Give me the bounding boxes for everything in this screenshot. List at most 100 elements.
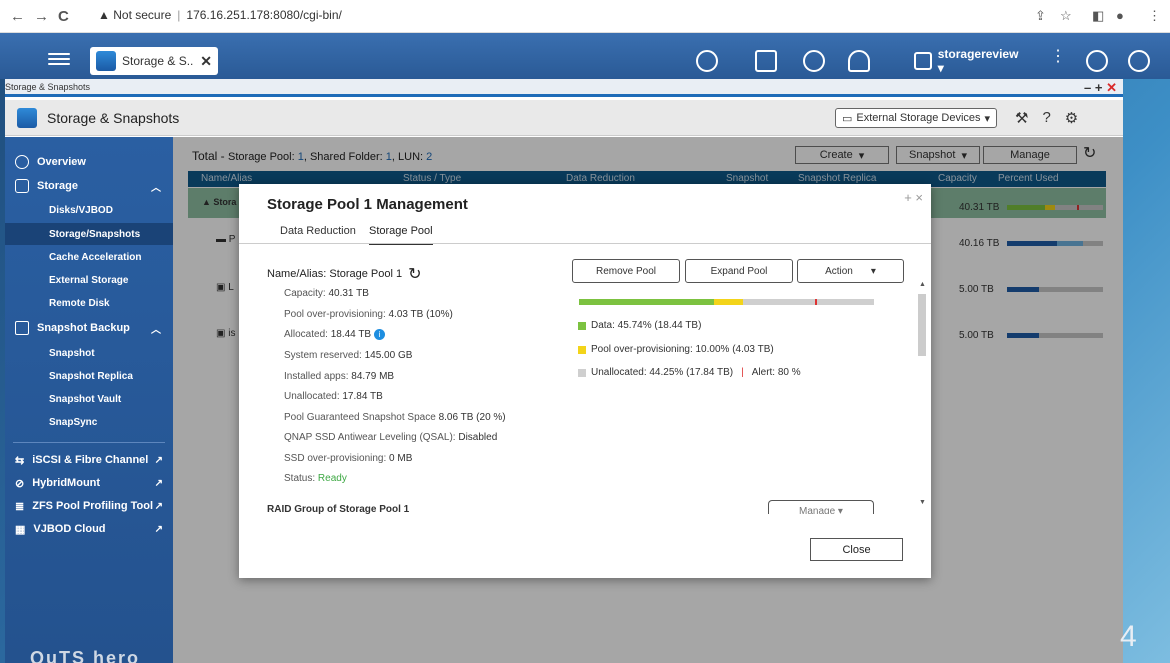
prop-value: 84.79 MB bbox=[351, 371, 395, 382]
sidebar-item-storage-snapshots[interactable]: Storage/Snapshots bbox=[5, 223, 173, 245]
address-bar[interactable]: ▲ Not secure | 176.16.251.178:8080/cgi-bin… bbox=[98, 8, 342, 22]
sidebar-item-snapshot-replica[interactable]: Snapshot Replica bbox=[5, 365, 173, 387]
action-label: Action bbox=[825, 265, 853, 277]
chevron-up-icon: ︿ bbox=[151, 182, 161, 194]
sidebar-item-disks[interactable]: Disks/VJBOD bbox=[5, 199, 173, 221]
raid-group-title: RAID Group of Storage Pool 1 bbox=[267, 504, 410, 514]
sidebar-item-overview[interactable]: Overview bbox=[5, 151, 173, 173]
sidebar-item-snapshot-backup[interactable]: Snapshot Backup ︿ bbox=[5, 317, 173, 339]
action-dropdown[interactable]: Action ▾ bbox=[797, 259, 904, 283]
sidepanel-icon[interactable]: ◧ bbox=[1092, 8, 1104, 24]
sidebar-item-snapsync[interactable]: SnapSync bbox=[5, 411, 173, 433]
info-icon[interactable]: i bbox=[374, 329, 386, 340]
external-link-icon: ↗ bbox=[154, 500, 163, 512]
prop-key: Installed apps: bbox=[284, 371, 349, 382]
reload-icon[interactable]: C bbox=[58, 8, 69, 25]
sidebar-label: ZFS Pool Profiling Tool bbox=[32, 500, 153, 512]
pool-name-label: Name/Alias: Storage Pool 1 bbox=[267, 268, 403, 280]
forward-arrow-icon[interactable]: → bbox=[34, 8, 49, 25]
sidebar-item-cache-acceleration[interactable]: Cache Acceleration bbox=[5, 246, 173, 268]
prop-guaranteed-snapshot: Pool Guaranteed Snapshot Space 8.06 TB (… bbox=[284, 412, 506, 423]
scroll-down-icon[interactable]: ▼ bbox=[919, 499, 926, 506]
sidebar-label: Overview bbox=[37, 156, 86, 168]
app-header: Storage & Snapshots ▭ External Storage D… bbox=[5, 100, 1123, 136]
close-icon[interactable]: ✕ bbox=[200, 53, 212, 70]
info-icon[interactable] bbox=[1086, 50, 1108, 72]
snapshot-backup-icon bbox=[15, 321, 29, 335]
more-options-icon[interactable]: ⋮ bbox=[1050, 46, 1066, 68]
usage-segment-data bbox=[579, 299, 714, 305]
bookmark-star-icon[interactable]: ☆ bbox=[1060, 8, 1072, 24]
prop-capacity: Capacity: 40.31 TB bbox=[284, 288, 369, 299]
share-icon[interactable]: ⇪ bbox=[1035, 8, 1046, 24]
sidebar-link-iscsi[interactable]: ⇆ iSCSI & Fibre Channel ↗ bbox=[5, 449, 173, 471]
tab-data-reduction[interactable]: Data Reduction bbox=[280, 225, 356, 237]
scroll-up-icon[interactable]: ▲ bbox=[919, 281, 926, 288]
settings-gear-icon[interactable]: ⚙ bbox=[1065, 109, 1078, 127]
dialog-window-controls[interactable]: + × bbox=[904, 190, 923, 205]
tab-divider bbox=[239, 243, 931, 244]
close-button[interactable]: Close bbox=[810, 538, 903, 561]
storage-pool-management-dialog: Storage Pool 1 Management + × Data Reduc… bbox=[239, 184, 931, 578]
scroll-thumb[interactable] bbox=[918, 294, 926, 356]
sidebar-item-snapshot[interactable]: Snapshot bbox=[5, 342, 173, 364]
prop-qsal: QNAP SSD Antiwear Leveling (QSAL): Disab… bbox=[284, 432, 497, 443]
storage-app-icon bbox=[17, 108, 37, 128]
legend-swatch bbox=[578, 345, 586, 354]
pool-name-line: Name/Alias: Storage Pool 1 ↻ bbox=[267, 264, 422, 284]
window-title: Storage & Snapshots bbox=[5, 82, 91, 92]
main-menu-icon[interactable] bbox=[48, 50, 70, 68]
security-label: Not secure bbox=[113, 8, 172, 22]
stack-icon[interactable] bbox=[755, 50, 777, 72]
taskbar-app-tab[interactable]: Storage & S... ✕ bbox=[90, 47, 218, 75]
remove-pool-button[interactable]: Remove Pool bbox=[572, 259, 680, 283]
qts-logo: QuTS hero bbox=[30, 648, 141, 663]
browser-menu-icon[interactable]: ⋮ bbox=[1148, 8, 1161, 24]
back-arrow-icon[interactable]: ← bbox=[10, 8, 25, 25]
help-icon[interactable]: ? bbox=[1042, 109, 1050, 127]
legend-unallocated: Unallocated: 44.25% (17.84 TB) | Alert: 80… bbox=[578, 367, 801, 378]
external-storage-devices-button[interactable]: ▭ External Storage Devices ▾ bbox=[835, 108, 998, 128]
chevron-down-icon: ▾ bbox=[870, 265, 876, 277]
legend-overprovisioning: Pool over-provisioning: 10.00% (4.03 TB) bbox=[578, 344, 774, 355]
prop-value: 17.84 TB bbox=[342, 391, 383, 402]
prop-value: 145.00 GB bbox=[364, 350, 413, 361]
sync-icon[interactable] bbox=[803, 50, 825, 72]
sidebar-link-hybridmount[interactable]: ⊘ HybridMount ↗ bbox=[5, 472, 173, 494]
dashboard-icon[interactable] bbox=[1128, 50, 1150, 72]
window-titlebar: Storage & Snapshots – + ✕ bbox=[5, 79, 1123, 97]
sidebar-item-external-storage[interactable]: External Storage bbox=[5, 269, 173, 291]
user-menu[interactable]: storagereview ▾ bbox=[914, 47, 1026, 75]
alert-marker-icon: | bbox=[741, 367, 744, 378]
tab-storage-pool[interactable]: Storage Pool bbox=[369, 225, 433, 245]
tools-icon[interactable]: ⚒ bbox=[1015, 109, 1028, 127]
legend-alert-text: Alert: 80 % bbox=[751, 367, 801, 378]
profile-icon[interactable]: ● bbox=[1116, 8, 1124, 23]
prop-value: 18.44 TB bbox=[330, 329, 372, 341]
storage-app-icon bbox=[96, 51, 116, 71]
refresh-icon[interactable]: ↻ bbox=[408, 264, 421, 284]
prop-allocated: Allocated: 18.44 TB i bbox=[284, 329, 386, 341]
sidebar-link-zfs-profiling[interactable]: ≣ ZFS Pool Profiling Tool ↗ bbox=[5, 495, 173, 517]
prop-ssd-overprovisioning: SSD over-provisioning: 0 MB bbox=[284, 453, 412, 464]
warning-icon: ▲ bbox=[98, 8, 110, 22]
prop-system-reserved: System reserved: 145.00 GB bbox=[284, 350, 412, 361]
usage-alert-marker bbox=[815, 299, 817, 305]
raid-manage-button[interactable]: Manage ▾ bbox=[768, 500, 874, 514]
legend-text: Data: 45.74% (18.44 TB) bbox=[591, 320, 702, 331]
dialog-scrollbar[interactable]: ▲ ▼ bbox=[917, 281, 927, 513]
sidebar-item-remote-disk[interactable]: Remote Disk bbox=[5, 292, 173, 314]
search-icon[interactable] bbox=[696, 50, 718, 72]
prop-key: Allocated: bbox=[284, 329, 328, 341]
bell-icon[interactable] bbox=[848, 50, 870, 72]
expand-pool-button[interactable]: Expand Pool bbox=[685, 259, 793, 283]
taskbar-app-label: Storage & S... bbox=[122, 54, 195, 68]
sidebar-item-storage[interactable]: Storage ︿ bbox=[5, 175, 173, 197]
iscsi-icon: ⇆ bbox=[15, 454, 25, 467]
sidebar-label: Snapshot Backup bbox=[37, 322, 130, 334]
external-link-icon: ↗ bbox=[154, 454, 163, 466]
sidebar-link-vjbod-cloud[interactable]: ▦ VJBOD Cloud ↗ bbox=[5, 518, 173, 540]
window-controls[interactable]: – + ✕ bbox=[1084, 80, 1117, 96]
sidebar-item-snapshot-vault[interactable]: Snapshot Vault bbox=[5, 388, 173, 410]
legend-swatch bbox=[578, 368, 586, 377]
